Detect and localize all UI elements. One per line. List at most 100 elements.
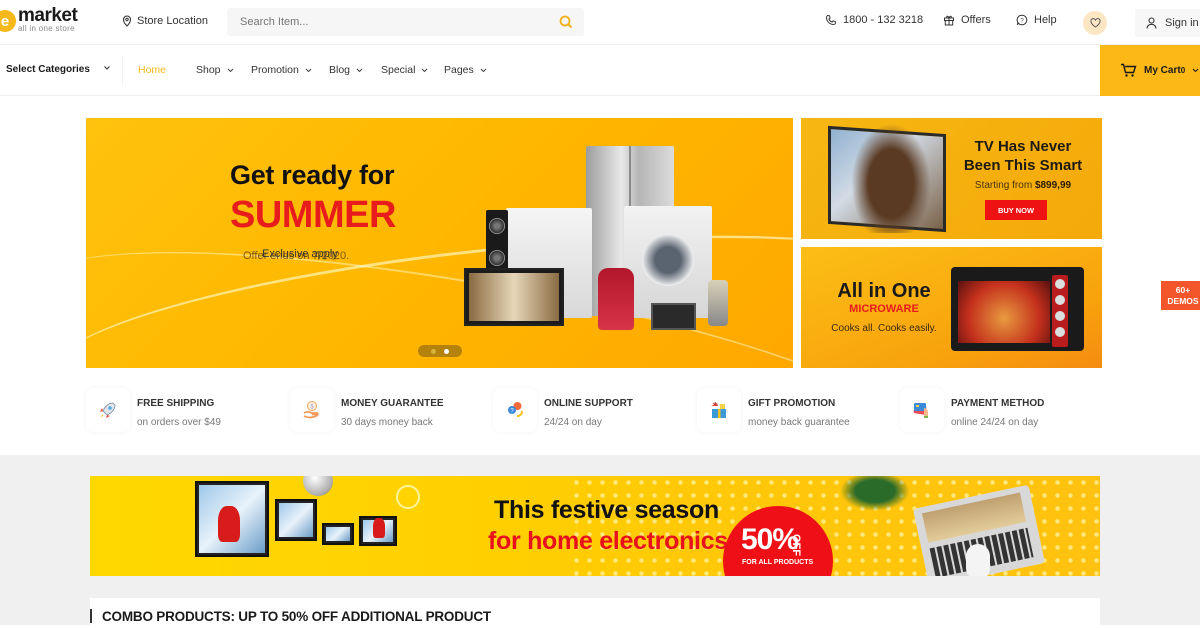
wildebeest-image <box>851 123 931 233</box>
main-nav: Select Categories Home Shop Promotion Bl… <box>0 45 1200 96</box>
feature-title: MONEY GUARANTEE <box>341 398 444 409</box>
nav-item-home[interactable]: Home <box>138 64 166 76</box>
cart-count: 0 <box>1180 66 1186 75</box>
hero-highlight: SUMMER <box>230 194 396 236</box>
phone-link[interactable]: 1800 - 132 3218 <box>825 14 923 26</box>
feature-subtitle: on orders over $49 <box>137 417 221 428</box>
microware-banner[interactable]: All in One MICROWARE Cooks all. Cooks ea… <box>801 247 1102 368</box>
support-chat-icon: ? <box>493 388 537 432</box>
tv-banner-title: TV Has Never Been This Smart <box>963 138 1083 174</box>
sign-in-button[interactable]: Sign in <box>1135 9 1200 37</box>
buy-now-button[interactable]: BUY NOW <box>985 200 1047 220</box>
nav-item-label: Shop <box>196 64 221 76</box>
nav-item-promotion[interactable]: Promotion <box>251 64 312 76</box>
cart-icon <box>1120 63 1137 78</box>
feature-money-guarantee: $ MONEY GUARANTEE 30 days money back <box>290 388 490 434</box>
section-title: COMBO PRODUCTS: UP TO 50% OFF ADDITIONAL… <box>102 609 491 624</box>
top-header: e market all in one store Store Location… <box>0 0 1200 45</box>
section-title-accent <box>90 609 92 623</box>
nav-item-shop[interactable]: Shop <box>196 64 234 76</box>
heart-icon <box>1090 18 1101 28</box>
microware-banner-title: All in One <box>837 280 931 302</box>
nav-item-label: Home <box>138 64 167 76</box>
chevron-down-icon <box>227 68 234 73</box>
nav-item-blog[interactable]: Blog <box>329 64 363 76</box>
rocket-icon <box>86 388 130 432</box>
hero-title: Get ready for <box>230 160 395 190</box>
feature-title: PAYMENT METHOD <box>951 398 1045 409</box>
chevron-down-icon <box>305 68 312 73</box>
phone-number: 1800 - 132 3218 <box>843 14 924 26</box>
sign-in-label: Sign in <box>1165 17 1199 29</box>
combo-products-section: COMBO PRODUCTS: UP TO 50% OFF ADDITIONAL… <box>90 598 1100 628</box>
feature-online-support: ? ONLINE SUPPORT 24/24 on day <box>493 388 693 434</box>
help-icon: ? <box>1016 14 1028 26</box>
hero-exclusive-text: Exclusive apply <box>262 248 338 260</box>
my-cart-button[interactable]: My Cart0 <box>1100 45 1200 96</box>
cart-label: My Cart <box>1144 65 1181 76</box>
search-input[interactable] <box>227 16 547 28</box>
chevron-down-icon <box>421 68 428 73</box>
feature-title: ONLINE SUPPORT <box>544 398 633 409</box>
slider-dot-1[interactable] <box>431 348 436 354</box>
festive-promo-banner[interactable]: This festive season for home electronics… <box>90 476 1100 576</box>
plant-image <box>840 476 910 511</box>
select-categories-dropdown[interactable]: Select Categories <box>6 64 90 75</box>
football-image <box>303 476 333 496</box>
search-bar <box>227 8 584 36</box>
washer-image <box>624 206 712 318</box>
nav-item-label: Blog <box>329 64 351 76</box>
microware-banner-tagline: Cooks all. Cooks easily. <box>831 323 937 334</box>
nav-item-label: Special <box>381 64 416 76</box>
tv-banner-price: Starting from $899,99 <box>974 180 1072 191</box>
help-link[interactable]: ? Help <box>1016 14 1057 26</box>
feature-subtitle: 24/24 on day <box>544 417 602 428</box>
promo-line-2: for home electronics <box>488 527 728 555</box>
feature-gift-promotion: GIFT PROMOTION money back guarantee <box>697 388 897 434</box>
chevron-down-icon <box>1192 68 1199 73</box>
demos-badge[interactable]: 60+ DEMOS <box>1161 281 1200 310</box>
nav-item-label: Pages <box>444 64 474 76</box>
mouse-image <box>966 544 990 576</box>
feature-title: FREE SHIPPING <box>137 398 215 409</box>
discount-note: FOR ALL PRODUCTS <box>742 559 814 566</box>
logo-title: market <box>18 5 78 26</box>
user-icon <box>1146 17 1157 29</box>
gift-icon <box>943 14 955 26</box>
phone-icon <box>825 14 837 26</box>
feature-title: GIFT PROMOTION <box>748 398 836 409</box>
search-icon[interactable] <box>558 14 574 30</box>
microware-banner-subtitle: MICROWARE <box>849 303 919 315</box>
map-pin-icon <box>122 15 132 27</box>
chevron-down-icon <box>480 68 487 73</box>
store-location-link[interactable]: Store Location <box>122 15 208 27</box>
nav-item-pages[interactable]: Pages <box>444 64 487 76</box>
logo[interactable]: e market all in one store <box>0 5 78 33</box>
slider-pagination <box>418 345 462 357</box>
money-hand-icon: $ <box>290 388 334 432</box>
nav-item-label: Promotion <box>251 64 299 76</box>
tv-banner[interactable]: TV Has Never Been This Smart Starting fr… <box>801 118 1102 239</box>
offers-link[interactable]: Offers <box>943 14 991 26</box>
gift-icon <box>697 388 741 432</box>
hero-slider[interactable]: Get ready for SUMMER Offer ends on 7/202… <box>86 118 793 368</box>
feature-subtitle: online 24/24 on day <box>951 417 1039 428</box>
discount-off: OFF <box>790 534 802 556</box>
features-row: FREE SHIPPING on orders over $49 $ MONEY… <box>86 388 1102 436</box>
vacuum-image <box>598 268 634 330</box>
nav-item-special[interactable]: Special <box>381 64 428 76</box>
chevron-down-icon[interactable] <box>103 65 111 71</box>
help-label: Help <box>1034 14 1057 26</box>
feature-payment-method: PAYMENT METHOD online 24/24 on day <box>900 388 1100 434</box>
offers-label: Offers <box>961 14 991 26</box>
wishlist-button[interactable] <box>1083 11 1107 35</box>
blender-image <box>708 280 728 326</box>
slider-dot-2[interactable] <box>444 348 449 354</box>
feature-subtitle: money back guarantee <box>748 417 850 428</box>
logo-mark-icon: e <box>0 10 16 32</box>
tv-image <box>464 268 564 326</box>
nav-divider <box>122 55 123 85</box>
logo-subtitle: all in one store <box>18 24 75 33</box>
credit-card-icon <box>900 388 944 432</box>
feature-subtitle: 30 days money back <box>341 417 433 428</box>
